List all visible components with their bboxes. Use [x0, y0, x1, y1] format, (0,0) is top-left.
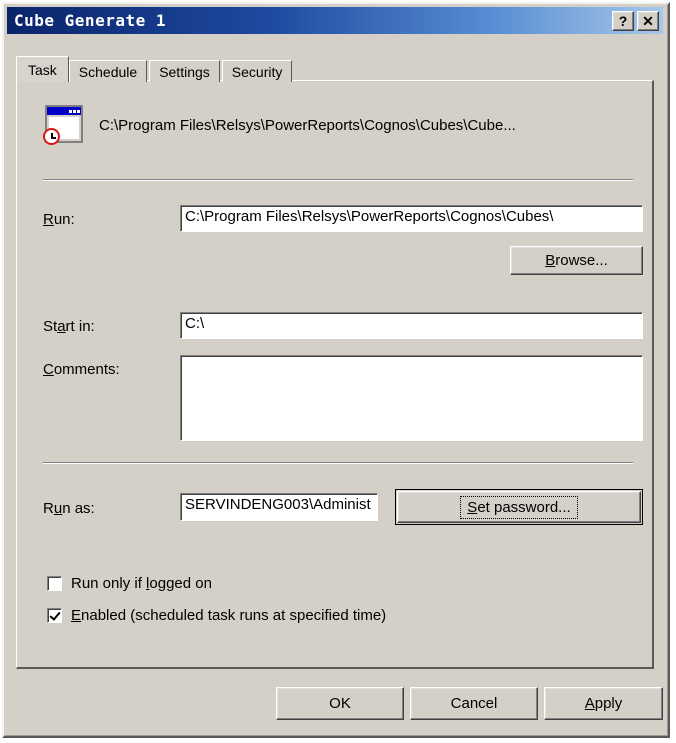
run-only-if-logged-on-label: Run only if logged on — [71, 575, 212, 592]
comments-textarea[interactable] — [180, 355, 643, 441]
cancel-button[interactable]: Cancel — [410, 687, 538, 720]
tab-settings[interactable]: Settings — [149, 60, 220, 82]
browse-button-label: Browse... — [545, 252, 608, 269]
task-path-label: C:\Program Files\Relsys\PowerReports\Cog… — [99, 116, 516, 134]
tab-security[interactable]: Security — [221, 60, 293, 82]
set-password-button[interactable]: Set password... — [395, 489, 643, 525]
run-label: Run: — [43, 211, 75, 228]
ok-button[interactable]: OK — [276, 687, 404, 720]
help-button[interactable]: ? — [612, 10, 634, 31]
scheduled-task-icon — [43, 103, 87, 147]
apply-button-label: Apply — [584, 695, 623, 712]
separator-top — [43, 179, 633, 181]
checkbox-box[interactable] — [47, 608, 62, 623]
close-icon[interactable]: ✕ — [637, 10, 659, 31]
run-only-if-logged-on-checkbox[interactable]: Run only if logged on — [47, 575, 212, 592]
apply-button[interactable]: Apply — [544, 687, 663, 720]
tab-task[interactable]: Task — [16, 56, 69, 82]
window-title: Cube Generate 1 — [14, 11, 166, 30]
enabled-checkbox[interactable]: Enabled (scheduled task runs at specifie… — [47, 607, 386, 624]
title-bar-buttons: ? ✕ — [612, 10, 659, 31]
task-properties-dialog: Cube Generate 1 ? ✕ Task Schedule Settin… — [2, 2, 670, 738]
enabled-label: Enabled (scheduled task runs at specifie… — [71, 607, 387, 624]
clock-icon — [43, 128, 60, 145]
start-in-input[interactable]: C:\ — [180, 312, 643, 339]
task-tab-panel: C:\Program Files\Relsys\PowerReports\Cog… — [16, 80, 654, 669]
ok-button-label: OK — [329, 695, 351, 712]
tab-schedule[interactable]: Schedule — [68, 60, 148, 82]
tab-strip: Task Schedule Settings Security — [16, 56, 294, 82]
run-as-input[interactable]: SERVINDENG003\Administ — [180, 493, 378, 521]
comments-label: Comments: — [43, 361, 120, 378]
browse-button[interactable]: Browse... — [510, 246, 643, 275]
run-as-label: Run as: — [43, 500, 95, 517]
checkbox-box[interactable] — [47, 576, 62, 591]
separator-middle — [43, 462, 633, 464]
title-bar[interactable]: Cube Generate 1 ? ✕ — [7, 7, 663, 34]
set-password-button-label: Set password... — [467, 498, 571, 516]
start-in-label: Start in: — [43, 318, 95, 335]
task-header: C:\Program Files\Relsys\PowerReports\Cog… — [43, 103, 516, 147]
cancel-button-label: Cancel — [450, 695, 498, 712]
run-input[interactable]: C:\Program Files\Relsys\PowerReports\Cog… — [180, 205, 643, 232]
